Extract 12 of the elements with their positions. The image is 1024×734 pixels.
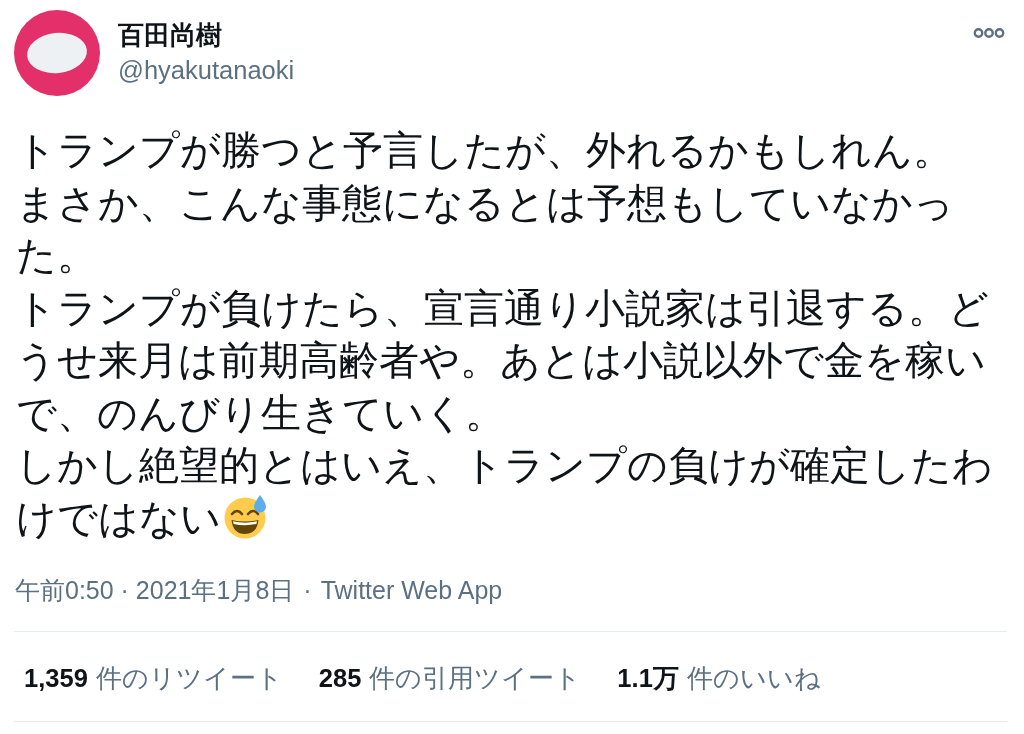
timestamp-link[interactable]: 午前0:50 · 2021年1月8日 <box>15 575 295 605</box>
stat-link[interactable]: 1.1万 件のいいね <box>617 663 821 693</box>
author-name[interactable]: 百田尚樹 <box>118 19 295 51</box>
author-handle[interactable]: @hyakutanaoki <box>118 55 295 85</box>
avatar-icon[interactable] <box>14 10 100 96</box>
stat-link[interactable]: 1,359 件のリツイート <box>24 663 283 693</box>
more-options-icon[interactable] <box>973 27 1005 39</box>
tweet-text: けではない <box>16 494 221 542</box>
stat-link[interactable]: 285 件の引用ツイート <box>318 663 582 693</box>
source-link[interactable]: Twitter Web App <box>320 575 503 605</box>
meta-separator: · <box>303 575 312 605</box>
tweet-text: トランプが勝つと予言したが、外れるかもしれん。 まさか、こんな事態になるとは予想もしていなかっ た。 トランプが負けたら、宣言通り小説家は引退する。ど うせ来月は前期高齢者や。あとは小説以外で金を稼い で、のんびり生きていく。 しかし絶望的とはいえ、トランプの負けが確定したわ <box>16 127 993 489</box>
